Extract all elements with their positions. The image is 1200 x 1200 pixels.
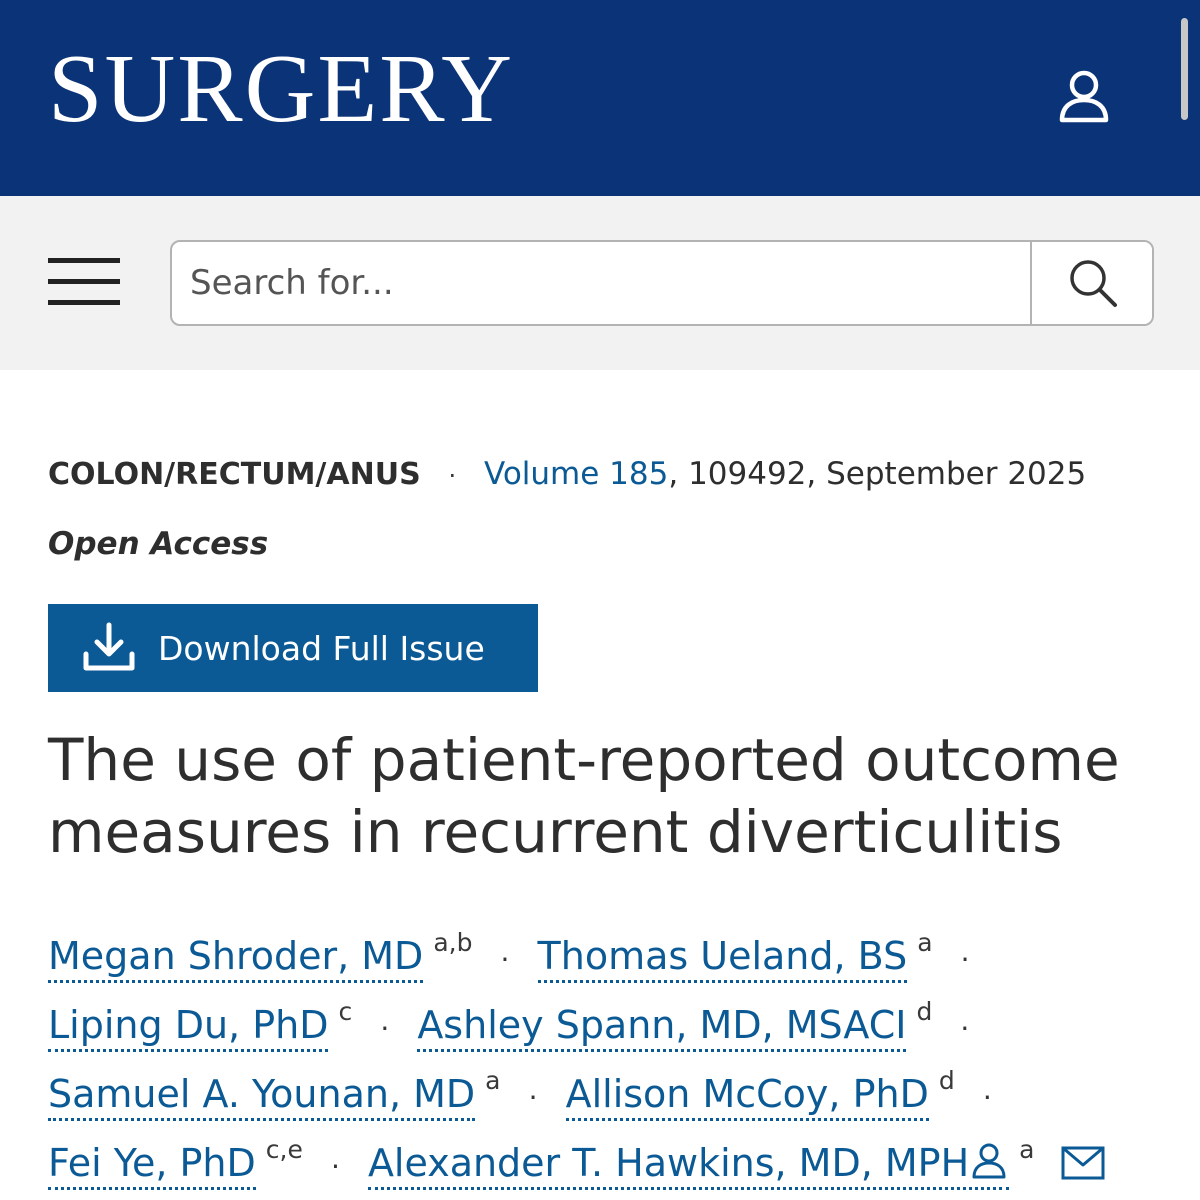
search-box (170, 240, 1154, 326)
citation-details: , 109492, September 2025 (668, 456, 1087, 492)
search-icon (1070, 260, 1117, 307)
affiliation-marker: d (916, 997, 933, 1026)
user-icon (1059, 70, 1109, 123)
author-separator: · (982, 1081, 992, 1114)
author-separator: · (960, 943, 970, 976)
author-separator: · (500, 943, 510, 976)
affiliation-marker: c,e (265, 1135, 303, 1164)
author-separator: · (528, 1081, 538, 1114)
author-separator: · (960, 1012, 970, 1045)
search-input[interactable] (172, 242, 1030, 324)
hamburger-menu-icon (48, 258, 120, 263)
person-icon (969, 1133, 1009, 1200)
author-link[interactable]: Megan Shroder, MD (48, 934, 424, 983)
search-button[interactable] (1030, 242, 1152, 324)
hamburger-menu-icon-bar (48, 300, 120, 305)
author-list: Megan Shroder, MD a,b · Thomas Ueland, BS… (48, 908, 1158, 1190)
download-label: Download Full Issue (158, 628, 485, 668)
affiliation-marker: a (917, 928, 933, 957)
corresponding-author-link[interactable]: Alexander T. Hawkins, MD, MPH (367, 1141, 1010, 1190)
open-access-label: Open Access (48, 526, 269, 562)
author-link[interactable]: Allison McCoy, PhD (565, 1072, 929, 1121)
article-meta: COLON/RECTUM/ANUS · Volume 185, 109492, … (48, 452, 1086, 498)
author-separator: · (380, 1012, 390, 1045)
hamburger-menu-icon-bar (48, 279, 120, 284)
affiliation-marker: a (485, 1066, 501, 1095)
volume-link[interactable]: Volume 185 (484, 456, 668, 492)
author-name: Alexander T. Hawkins, MD, MPH (367, 1141, 970, 1185)
download-icon (81, 620, 137, 676)
affiliation-marker: d (938, 1066, 955, 1095)
journal-logo[interactable]: SURGERY (48, 40, 514, 138)
section-label: COLON/RECTUM/ANUS (48, 457, 421, 492)
author-link[interactable]: Fei Ye, PhD (48, 1141, 256, 1190)
user-account-button[interactable] (1052, 62, 1116, 130)
author-link[interactable]: Thomas Ueland, BS (537, 934, 908, 983)
search-bar-area (0, 196, 1200, 370)
meta-separator: · (448, 462, 457, 490)
mail-icon (1061, 1133, 1105, 1200)
site-header: SURGERY (0, 0, 1200, 196)
affiliation-marker: a (1019, 1135, 1035, 1164)
author-link[interactable]: Samuel A. Younan, MD (48, 1072, 476, 1121)
article-title: The use of patient-reported outcome meas… (48, 726, 1120, 866)
author-link[interactable]: Liping Du, PhD (48, 1003, 329, 1052)
menu-button[interactable] (48, 258, 120, 308)
author-link[interactable]: Ashley Spann, MD, MSACI (417, 1003, 907, 1052)
scrollbar-thumb[interactable] (1181, 18, 1188, 120)
affiliation-marker: c (338, 997, 353, 1026)
author-separator: · (330, 1150, 340, 1183)
email-author-link[interactable] (1061, 1129, 1105, 1200)
affiliation-marker: a,b (433, 928, 473, 957)
download-full-issue-button[interactable]: Download Full Issue (48, 604, 538, 692)
